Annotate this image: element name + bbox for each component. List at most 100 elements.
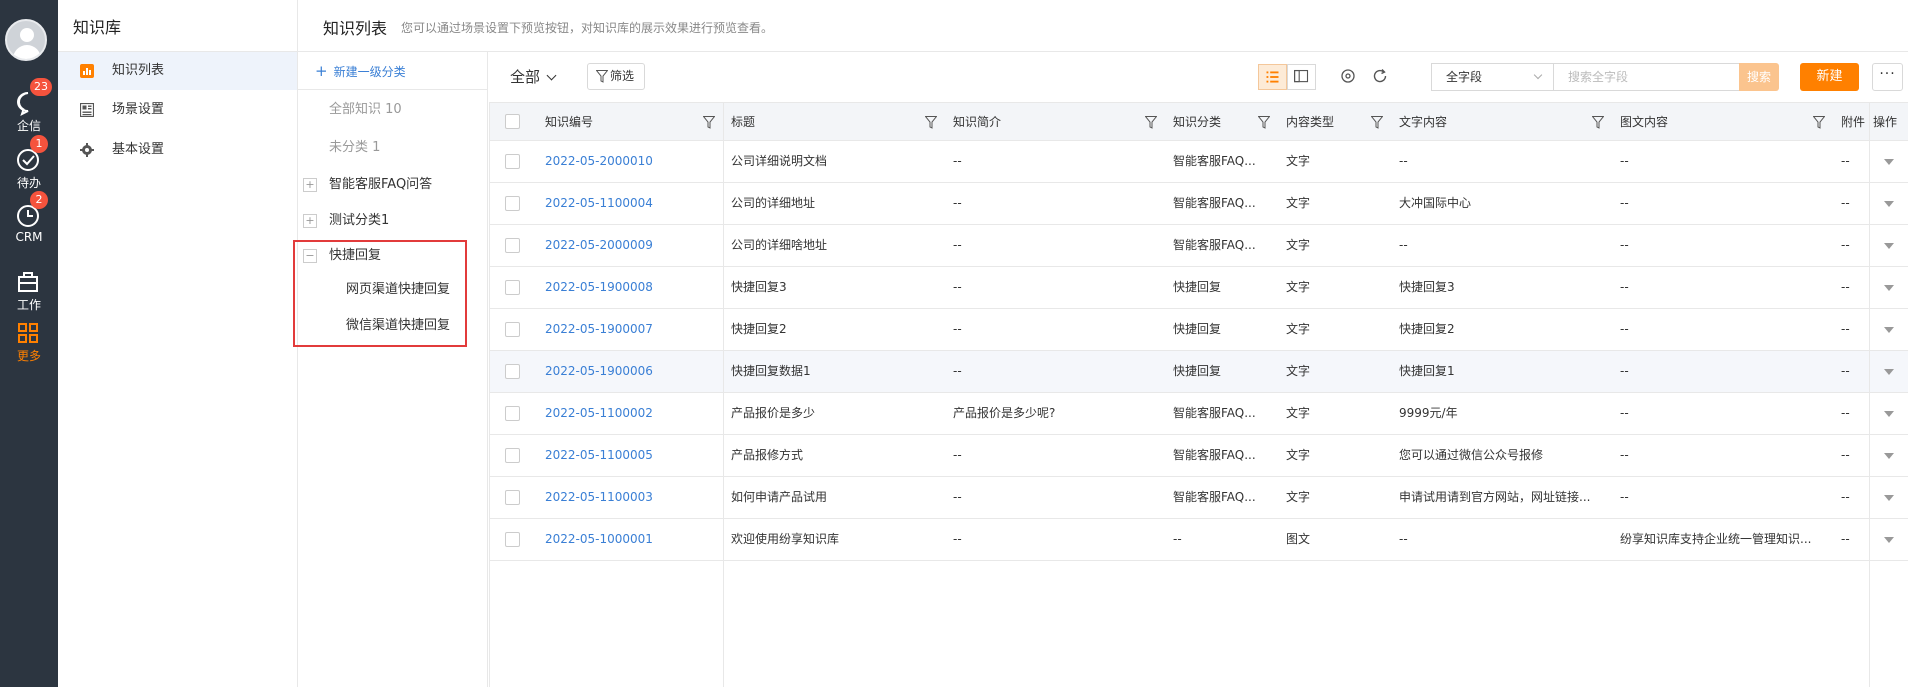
cell-id[interactable]: 2022-05-1100003 [537, 477, 723, 518]
highlight-box [293, 240, 467, 347]
refresh-icon[interactable] [1371, 67, 1389, 85]
table-row[interactable]: 2022-05-1100004 公司的详细地址 -- 智能客服FAQ... 文字 大冲国际… [489, 183, 1908, 225]
cell-category: 智能客服FAQ... [1173, 154, 1256, 168]
row-checkbox[interactable] [505, 154, 520, 169]
cell-id[interactable]: 2022-05-1900007 [537, 309, 723, 350]
table-row[interactable]: 2022-05-2000010 公司详细说明文档 -- 智能客服FAQ... 文字 -- -… [489, 141, 1908, 183]
gear-icon [80, 143, 94, 157]
table-row[interactable]: 2022-05-2000009 公司的详细啥地址 -- 智能客服FAQ... 文字 -- -… [489, 225, 1908, 267]
cell-id[interactable]: 2022-05-1100005 [537, 435, 723, 476]
field-select[interactable]: 全字段 [1431, 63, 1554, 91]
row-checkbox[interactable] [505, 532, 520, 547]
rail-item-work[interactable]: 工作 [0, 265, 58, 319]
rail-item-todo[interactable]: 1 待办 [0, 135, 58, 197]
nav-item-scene-settings[interactable]: 场景设置 [58, 91, 297, 129]
cell-category: -- [1173, 532, 1182, 546]
column-header[interactable]: 操作 [1869, 103, 1908, 141]
table-row[interactable]: 2022-05-1900008 快捷回复3 -- 快捷回复 文字 快捷回复3 -- -- [489, 267, 1908, 309]
row-actions-dropdown-icon[interactable] [1884, 201, 1894, 207]
filter-button[interactable]: 筛选 [587, 63, 645, 90]
row-actions-dropdown-icon[interactable] [1884, 495, 1894, 501]
cell-summary: -- [953, 364, 962, 378]
card-view-button[interactable] [1287, 64, 1316, 90]
cell-id[interactable]: 2022-05-1100004 [537, 183, 723, 224]
table-row[interactable]: 2022-05-1100002 产品报价是多少 产品报价是多少呢? 智能客服FAQ..… [489, 393, 1908, 435]
table-row[interactable]: 2022-05-1900007 快捷回复2 -- 快捷回复 文字 快捷回复2 -- -- [489, 309, 1908, 351]
rail-item-more[interactable]: 更多 [0, 316, 58, 370]
avatar[interactable] [5, 19, 47, 61]
row-checkbox[interactable] [505, 322, 520, 337]
row-actions-dropdown-icon[interactable] [1884, 159, 1894, 165]
list-view-button[interactable] [1258, 64, 1287, 90]
more-button[interactable]: ··· [1872, 63, 1903, 91]
category-uncategorized[interactable]: 未分类 1 [329, 137, 380, 159]
cell-rich-content: -- [1620, 196, 1629, 210]
row-actions-dropdown-icon[interactable] [1884, 453, 1894, 459]
settings-icon[interactable] [1339, 67, 1357, 85]
cell-id[interactable]: 2022-05-1900008 [537, 267, 723, 308]
filter-icon[interactable] [1258, 116, 1270, 129]
cell-content-type: 文字 [1286, 280, 1311, 294]
row-actions-dropdown-icon[interactable] [1884, 537, 1894, 543]
rail-item-crm[interactable]: 2 CRM [0, 191, 58, 253]
cell-content-type: 文字 [1286, 364, 1311, 378]
select-all-checkbox[interactable] [505, 114, 520, 129]
category-test[interactable]: 测试分类1 [329, 210, 389, 232]
column-header[interactable]: 知识分类 [1165, 103, 1278, 141]
row-checkbox[interactable] [505, 238, 520, 253]
row-checkbox[interactable] [505, 364, 520, 379]
filter-icon[interactable] [703, 116, 715, 129]
column-header[interactable]: 附件 [1833, 103, 1869, 141]
column-header[interactable]: 知识简介 [945, 103, 1165, 141]
filter-icon[interactable] [925, 116, 937, 129]
add-category-button[interactable]: + 新建一级分类 [315, 60, 406, 82]
row-checkbox[interactable] [505, 448, 520, 463]
cell-category: 快捷回复 [1173, 322, 1222, 336]
category-faq[interactable]: 智能客服FAQ问答 [329, 174, 432, 196]
table-row[interactable]: 2022-05-1100005 产品报修方式 -- 智能客服FAQ... 文字 您可以通过… [489, 435, 1908, 477]
row-checkbox[interactable] [505, 196, 520, 211]
cell-id[interactable]: 2022-05-1000001 [537, 519, 723, 560]
cell-attachment: -- [1841, 532, 1850, 546]
search-button[interactable]: 搜索 [1739, 63, 1779, 91]
cell-id[interactable]: 2022-05-2000010 [537, 141, 723, 182]
row-checkbox[interactable] [505, 406, 520, 421]
filter-icon[interactable] [1592, 116, 1604, 129]
new-button[interactable]: 新建 [1800, 63, 1859, 91]
cell-attachment: -- [1841, 406, 1850, 420]
row-actions-dropdown-icon[interactable] [1884, 369, 1894, 375]
plus-icon: + [315, 62, 328, 80]
divider [723, 102, 724, 687]
scope-dropdown[interactable]: 全部 [510, 66, 557, 87]
row-actions-dropdown-icon[interactable] [1884, 285, 1894, 291]
search-input[interactable]: 搜索全字段 [1554, 63, 1740, 91]
rail-item-qixin[interactable]: 23 企信 [0, 78, 58, 140]
cell-summary: -- [953, 280, 962, 294]
category-all[interactable]: 全部知识 10 [329, 99, 402, 121]
row-actions-dropdown-icon[interactable] [1884, 243, 1894, 249]
column-header[interactable]: 标题 [723, 103, 945, 141]
column-header[interactable]: 图文内容 [1612, 103, 1833, 141]
filter-icon[interactable] [1813, 116, 1825, 129]
row-checkbox[interactable] [505, 280, 520, 295]
column-header[interactable]: 文字内容 [1391, 103, 1612, 141]
column-header[interactable]: 知识编号 [537, 103, 723, 141]
cell-id[interactable]: 2022-05-1100002 [537, 393, 723, 434]
table-row[interactable]: 2022-05-1000001 欢迎使用纷享知识库 -- -- 图文 -- 纷享知识库支持企… [489, 519, 1908, 561]
cell-id[interactable]: 2022-05-1900006 [537, 351, 723, 392]
cell-title: 快捷回复2 [731, 322, 787, 336]
row-actions-dropdown-icon[interactable] [1884, 327, 1894, 333]
filter-icon[interactable] [1145, 116, 1157, 129]
column-header[interactable]: 内容类型 [1278, 103, 1391, 141]
row-checkbox[interactable] [505, 490, 520, 505]
cell-id[interactable]: 2022-05-2000009 [537, 225, 723, 266]
cell-rich-content: -- [1620, 154, 1629, 168]
expand-toggle[interactable]: + [303, 214, 317, 228]
nav-item-basic-settings[interactable]: 基本设置 [58, 131, 297, 169]
row-actions-dropdown-icon[interactable] [1884, 411, 1894, 417]
table-row[interactable]: 2022-05-1100003 如何申请产品试用 -- 智能客服FAQ... 文字 申请试… [489, 477, 1908, 519]
table-row[interactable]: 2022-05-1900006 快捷回复数据1 -- 快捷回复 文字 快捷回复1 -- -- [489, 351, 1908, 393]
expand-toggle[interactable]: + [303, 178, 317, 192]
nav-item-knowledge-list[interactable]: 知识列表 [58, 52, 297, 90]
filter-icon[interactable] [1371, 116, 1383, 129]
